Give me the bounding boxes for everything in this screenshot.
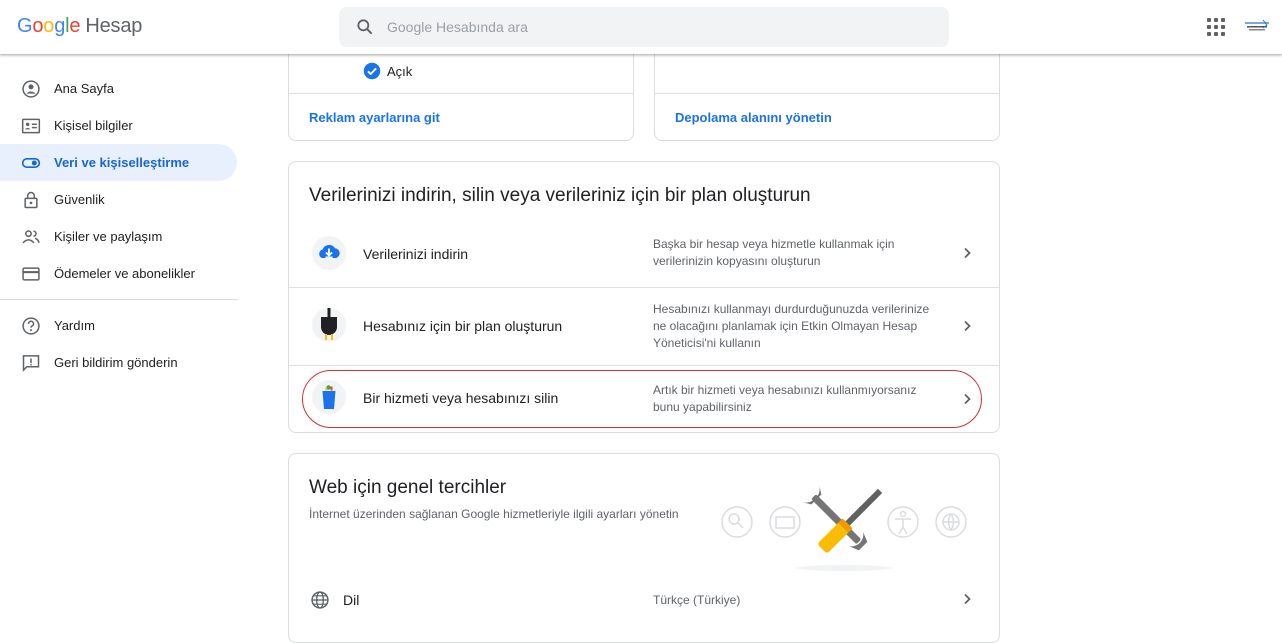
inactive-account-plan-row[interactable]: Hesabınız için bir plan oluşturun Hesabı… <box>289 288 998 365</box>
account-circle-icon <box>22 80 40 98</box>
web-preferences-illustration <box>721 485 967 571</box>
row-value: Türkçe (Türkiye) <box>653 593 741 607</box>
sidebar-item-feedback[interactable]: Geri bildirim gönderin <box>0 344 237 381</box>
sidebar-item-security[interactable]: Güvenlik <box>0 181 237 218</box>
logo-product: Hesap <box>85 15 143 37</box>
cloud-download-icon <box>312 236 346 270</box>
sidebar-item-label: Veri ve kişiselleştirme <box>54 155 190 170</box>
sidebar-item-label: Güvenlik <box>54 192 105 207</box>
card-divider <box>289 93 633 94</box>
ads-status: Açık <box>387 64 413 79</box>
sidebar-item-label: Yardım <box>54 318 95 333</box>
sidebar-item-personal-info[interactable]: Kişisel bilgiler <box>0 107 237 144</box>
avatar[interactable] <box>1243 16 1271 38</box>
lock-icon <box>24 191 38 209</box>
web-preferences-card: Web için genel tercihler İnternet üzerin… <box>288 453 1000 643</box>
top-bar: Google Hesap <box>0 0 1282 54</box>
sidebar: Ana Sayfa Kişisel bilgiler Veri ve kişis… <box>0 70 240 381</box>
sidebar-item-data-privacy[interactable]: Veri ve kişiselleştirme <box>0 144 237 181</box>
sidebar-item-label: Kişiler ve paylaşım <box>54 229 163 244</box>
credit-card-icon <box>22 267 40 281</box>
feedback-icon <box>22 355 40 372</box>
sidebar-item-home[interactable]: Ana Sayfa <box>0 70 237 107</box>
sidebar-item-label: Geri bildirim gönderin <box>54 355 178 370</box>
chevron-right-icon <box>964 393 971 405</box>
download-delete-card: Verilerinizi indirin, silin veya veriler… <box>288 161 1000 433</box>
sidebar-item-people-sharing[interactable]: Kişiler ve paylaşım <box>0 218 237 255</box>
download-data-row[interactable]: Verilerinizi indirin Başka bir hesap vey… <box>289 222 998 287</box>
search-icon[interactable] <box>355 17 375 37</box>
toggle-icon <box>21 158 41 168</box>
sidebar-divider <box>0 299 238 300</box>
sidebar-item-label: Ödemeler ve abonelikler <box>54 266 195 281</box>
row-description: Hesabınızı kullanmayı durdurduğunuzda ve… <box>653 302 930 350</box>
search-bar <box>339 7 949 47</box>
row-title: Bir hizmeti veya hesabınızı silin <box>363 390 559 406</box>
trash-icon <box>312 380 346 414</box>
sidebar-item-help[interactable]: Yardım <box>0 307 237 344</box>
section-title: Verilerinizi indirin, silin veya veriler… <box>309 185 811 206</box>
sidebar-item-payments[interactable]: Ödemeler ve abonelikler <box>0 255 237 292</box>
sidebar-item-label: Ana Sayfa <box>54 81 114 96</box>
chevron-right-icon <box>964 320 971 332</box>
section-title: Web için genel tercihler <box>309 477 507 498</box>
language-row[interactable]: Dil Türkçe (Türkiye) <box>289 582 998 618</box>
chevron-right-icon <box>964 593 971 605</box>
manage-storage-link[interactable]: Depolama alanını yönetin <box>675 110 832 125</box>
ads-settings-link[interactable]: Reklam ayarlarına git <box>309 110 440 125</box>
globe-icon <box>311 591 329 609</box>
check-circle-icon <box>363 62 381 80</box>
delete-service-account-row[interactable]: Bir hizmeti veya hesabınızı silin Artık … <box>289 366 998 432</box>
apps-grid-icon[interactable] <box>1206 17 1228 39</box>
logo-google: Google <box>17 15 81 37</box>
plug-icon <box>312 308 346 342</box>
sidebar-item-label: Kişisel bilgiler <box>54 118 133 133</box>
help-icon <box>22 317 40 335</box>
google-account-logo[interactable]: Google Hesap <box>17 15 142 38</box>
row-title: Hesabınız için bir plan oluşturun <box>363 318 563 334</box>
chevron-right-icon <box>964 247 971 259</box>
card-divider <box>655 93 999 94</box>
id-card-icon <box>21 118 41 134</box>
row-description: Başka bir hesap veya hizmetle kullanmak … <box>653 237 895 268</box>
row-title: Dil <box>343 592 360 608</box>
row-title: Verilerinizi indirin <box>363 246 469 262</box>
search-input[interactable] <box>387 7 927 47</box>
section-subtitle: İnternet üzerinden sağlanan Google hizme… <box>309 507 679 521</box>
row-description: Artık bir hizmeti veya hesabınızı kullan… <box>653 383 917 414</box>
people-icon <box>22 230 40 244</box>
